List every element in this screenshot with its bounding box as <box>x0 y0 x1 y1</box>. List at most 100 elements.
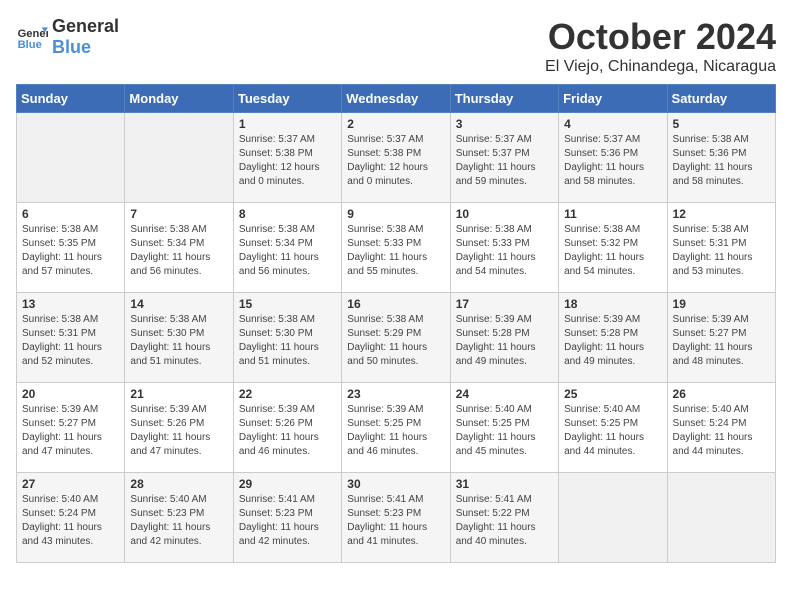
calendar-cell <box>17 113 125 203</box>
weekday-header-monday: Monday <box>125 85 233 113</box>
day-number: 5 <box>673 117 770 131</box>
calendar-cell: 10Sunrise: 5:38 AM Sunset: 5:33 PM Dayli… <box>450 203 558 293</box>
day-detail: Sunrise: 5:39 AM Sunset: 5:28 PM Dayligh… <box>564 313 661 369</box>
day-number: 7 <box>130 207 227 221</box>
day-detail: Sunrise: 5:38 AM Sunset: 5:34 PM Dayligh… <box>130 223 227 279</box>
calendar-cell: 15Sunrise: 5:38 AM Sunset: 5:30 PM Dayli… <box>233 293 341 383</box>
day-detail: Sunrise: 5:38 AM Sunset: 5:36 PM Dayligh… <box>673 133 770 189</box>
weekday-header-wednesday: Wednesday <box>342 85 450 113</box>
day-number: 25 <box>564 387 661 401</box>
calendar-cell <box>667 473 775 563</box>
day-detail: Sunrise: 5:37 AM Sunset: 5:38 PM Dayligh… <box>347 133 444 189</box>
day-detail: Sunrise: 5:38 AM Sunset: 5:30 PM Dayligh… <box>239 313 336 369</box>
calendar-cell: 8Sunrise: 5:38 AM Sunset: 5:34 PM Daylig… <box>233 203 341 293</box>
day-number: 4 <box>564 117 661 131</box>
day-number: 9 <box>347 207 444 221</box>
calendar-cell: 25 Sunrise: 5:40 AM Sunset: 5:25 PM Dayli… <box>559 383 667 473</box>
day-detail: Sunrise: 5:37 AM Sunset: 5:36 PM Dayligh… <box>564 133 661 189</box>
weekday-header-tuesday: Tuesday <box>233 85 341 113</box>
calendar-cell: 4 Sunrise: 5:37 AM Sunset: 5:36 PM Daylig… <box>559 113 667 203</box>
day-number: 19 <box>673 297 770 311</box>
calendar-cell: 31Sunrise: 5:41 AM Sunset: 5:22 PM Dayli… <box>450 473 558 563</box>
title-block: October 2024 El Viejo, Chinandega, Nicar… <box>545 16 776 76</box>
day-number: 20 <box>22 387 119 401</box>
calendar-cell: 24Sunrise: 5:40 AM Sunset: 5:25 PM Dayli… <box>450 383 558 473</box>
logo-general-text: General <box>52 16 119 37</box>
logo-blue-text: Blue <box>52 37 91 57</box>
day-number: 18 <box>564 297 661 311</box>
day-detail: Sunrise: 5:38 AM Sunset: 5:30 PM Dayligh… <box>130 313 227 369</box>
day-number: 23 <box>347 387 444 401</box>
day-detail: Sunrise: 5:39 AM Sunset: 5:28 PM Dayligh… <box>456 313 553 369</box>
day-detail: Sunrise: 5:38 AM Sunset: 5:34 PM Dayligh… <box>239 223 336 279</box>
calendar-cell <box>559 473 667 563</box>
day-detail: Sunrise: 5:38 AM Sunset: 5:31 PM Dayligh… <box>673 223 770 279</box>
day-number: 11 <box>564 207 661 221</box>
calendar-cell: 16 Sunrise: 5:38 AM Sunset: 5:29 PM Dayli… <box>342 293 450 383</box>
day-number: 6 <box>22 207 119 221</box>
weekday-header-saturday: Saturday <box>667 85 775 113</box>
day-number: 29 <box>239 477 336 491</box>
day-detail: Sunrise: 5:37 AM Sunset: 5:38 PM Dayligh… <box>239 133 336 189</box>
day-number: 30 <box>347 477 444 491</box>
day-number: 26 <box>673 387 770 401</box>
weekday-header-friday: Friday <box>559 85 667 113</box>
calendar-cell: 17 Sunrise: 5:39 AM Sunset: 5:28 PM Dayli… <box>450 293 558 383</box>
day-number: 21 <box>130 387 227 401</box>
day-detail: Sunrise: 5:40 AM Sunset: 5:24 PM Dayligh… <box>673 403 770 459</box>
calendar-cell: 9 Sunrise: 5:38 AM Sunset: 5:33 PM Daylig… <box>342 203 450 293</box>
day-number: 27 <box>22 477 119 491</box>
day-detail: Sunrise: 5:38 AM Sunset: 5:29 PM Dayligh… <box>347 313 444 369</box>
page-header: General Blue General Blue October 2024 E… <box>16 16 776 76</box>
calendar-cell: 1Sunrise: 5:37 AM Sunset: 5:38 PM Daylig… <box>233 113 341 203</box>
calendar-cell: 11 Sunrise: 5:38 AM Sunset: 5:32 PM Dayli… <box>559 203 667 293</box>
day-number: 2 <box>347 117 444 131</box>
day-detail: Sunrise: 5:38 AM Sunset: 5:32 PM Dayligh… <box>564 223 661 279</box>
calendar-cell: 26 Sunrise: 5:40 AM Sunset: 5:24 PM Dayli… <box>667 383 775 473</box>
calendar-cell: 13Sunrise: 5:38 AM Sunset: 5:31 PM Dayli… <box>17 293 125 383</box>
day-detail: Sunrise: 5:39 AM Sunset: 5:26 PM Dayligh… <box>239 403 336 459</box>
day-number: 28 <box>130 477 227 491</box>
day-number: 22 <box>239 387 336 401</box>
weekday-header-row: SundayMondayTuesdayWednesdayThursdayFrid… <box>17 85 776 113</box>
day-detail: Sunrise: 5:39 AM Sunset: 5:27 PM Dayligh… <box>673 313 770 369</box>
day-number: 3 <box>456 117 553 131</box>
calendar-cell: 19 Sunrise: 5:39 AM Sunset: 5:27 PM Dayli… <box>667 293 775 383</box>
weekday-header-thursday: Thursday <box>450 85 558 113</box>
day-number: 14 <box>130 297 227 311</box>
calendar-cell: 2 Sunrise: 5:37 AM Sunset: 5:38 PM Daylig… <box>342 113 450 203</box>
calendar-cell: 29Sunrise: 5:41 AM Sunset: 5:23 PM Dayli… <box>233 473 341 563</box>
calendar-cell: 20 Sunrise: 5:39 AM Sunset: 5:27 PM Dayli… <box>17 383 125 473</box>
calendar-cell: 22 Sunrise: 5:39 AM Sunset: 5:26 PM Dayli… <box>233 383 341 473</box>
calendar-week-row: 6Sunrise: 5:38 AM Sunset: 5:35 PM Daylig… <box>17 203 776 293</box>
day-detail: Sunrise: 5:40 AM Sunset: 5:23 PM Dayligh… <box>130 493 227 549</box>
calendar-week-row: 13Sunrise: 5:38 AM Sunset: 5:31 PM Dayli… <box>17 293 776 383</box>
svg-text:Blue: Blue <box>18 39 42 51</box>
day-detail: Sunrise: 5:41 AM Sunset: 5:23 PM Dayligh… <box>347 493 444 549</box>
calendar-cell: 6Sunrise: 5:38 AM Sunset: 5:35 PM Daylig… <box>17 203 125 293</box>
day-detail: Sunrise: 5:39 AM Sunset: 5:25 PM Dayligh… <box>347 403 444 459</box>
calendar-cell: 28 Sunrise: 5:40 AM Sunset: 5:23 PM Dayli… <box>125 473 233 563</box>
day-detail: Sunrise: 5:40 AM Sunset: 5:25 PM Dayligh… <box>564 403 661 459</box>
day-number: 16 <box>347 297 444 311</box>
page-subtitle: El Viejo, Chinandega, Nicaragua <box>545 58 776 76</box>
logo-icon: General Blue <box>16 21 48 53</box>
calendar-cell: 27 Sunrise: 5:40 AM Sunset: 5:24 PM Dayli… <box>17 473 125 563</box>
day-detail: Sunrise: 5:38 AM Sunset: 5:33 PM Dayligh… <box>347 223 444 279</box>
day-detail: Sunrise: 5:39 AM Sunset: 5:26 PM Dayligh… <box>130 403 227 459</box>
day-detail: Sunrise: 5:40 AM Sunset: 5:24 PM Dayligh… <box>22 493 119 549</box>
calendar-table: SundayMondayTuesdayWednesdayThursdayFrid… <box>16 84 776 563</box>
calendar-cell: 7 Sunrise: 5:38 AM Sunset: 5:34 PM Daylig… <box>125 203 233 293</box>
day-detail: Sunrise: 5:39 AM Sunset: 5:27 PM Dayligh… <box>22 403 119 459</box>
calendar-cell: 12 Sunrise: 5:38 AM Sunset: 5:31 PM Dayli… <box>667 203 775 293</box>
calendar-week-row: 27 Sunrise: 5:40 AM Sunset: 5:24 PM Dayli… <box>17 473 776 563</box>
day-number: 12 <box>673 207 770 221</box>
calendar-cell: 23 Sunrise: 5:39 AM Sunset: 5:25 PM Dayli… <box>342 383 450 473</box>
day-number: 13 <box>22 297 119 311</box>
logo: General Blue General Blue <box>16 16 119 58</box>
weekday-header-sunday: Sunday <box>17 85 125 113</box>
day-number: 17 <box>456 297 553 311</box>
day-number: 10 <box>456 207 553 221</box>
calendar-cell <box>125 113 233 203</box>
day-detail: Sunrise: 5:37 AM Sunset: 5:37 PM Dayligh… <box>456 133 553 189</box>
